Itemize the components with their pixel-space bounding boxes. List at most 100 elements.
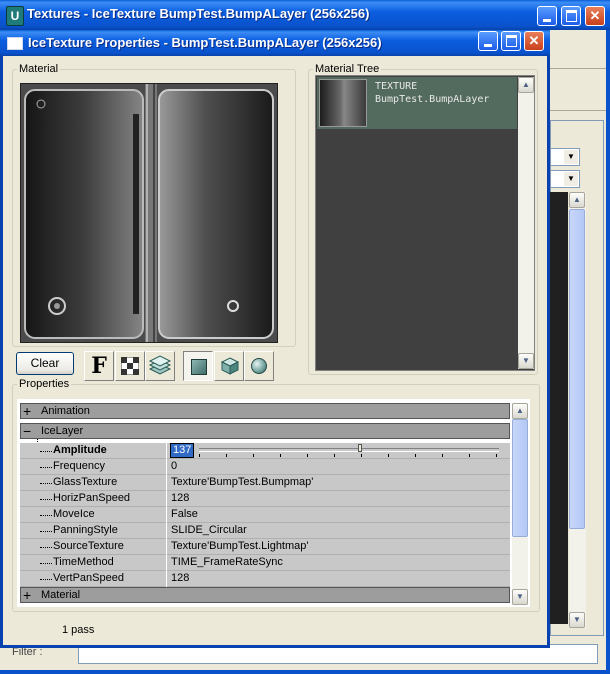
scroll-thumb[interactable]	[512, 419, 528, 537]
property-row-timemethod[interactable]: TimeMethod TIME_FrameRateSync	[20, 555, 510, 571]
maximize-icon	[505, 35, 517, 47]
property-row-moveice[interactable]: MoveIce False	[20, 507, 510, 523]
clear-button[interactable]: Clear	[16, 352, 74, 375]
collapse-minus-icon: −	[23, 423, 32, 439]
maximize-button[interactable]	[501, 31, 521, 51]
properties-dialog-titlebar[interactable]: IceTexture Properties - BumpTest.BumpALa…	[0, 30, 550, 56]
back-scrollbar[interactable]: ▲ ▼	[569, 192, 586, 628]
property-row-frequency[interactable]: Frequency 0	[20, 459, 510, 475]
scroll-down-icon[interactable]: ▼	[518, 353, 534, 369]
maximize-icon	[565, 10, 577, 22]
slider-thumb[interactable]	[358, 444, 362, 452]
property-name: Amplitude	[53, 444, 107, 456]
minimize-button[interactable]	[478, 31, 498, 51]
scroll-down-icon[interactable]: ▼	[512, 589, 528, 605]
slider-ticks	[199, 454, 499, 457]
property-value: 128	[171, 572, 190, 584]
back-tab-line	[550, 110, 606, 111]
scroll-up-icon[interactable]: ▲	[569, 192, 585, 208]
property-row-vertpanspeed[interactable]: VertPanSpeed 128	[20, 571, 510, 587]
property-grid-scrollbar[interactable]: ▲ ▼	[512, 403, 528, 605]
material-tree-view: TEXTURE BumpTest.BumpALayer ▲ ▼	[315, 75, 535, 371]
chevron-down-icon: ▼	[564, 172, 578, 186]
properties-dialog-title: IceTexture Properties - BumpTest.BumpALa…	[28, 35, 382, 50]
font-f-icon: F	[91, 353, 107, 379]
property-row-panningstyle[interactable]: PanningStyle SLIDE_Circular	[20, 523, 510, 539]
property-row-horizpanspeed[interactable]: HorizPanSpeed 128	[20, 491, 510, 507]
property-name: TimeMethod	[53, 556, 114, 568]
minimize-icon	[484, 43, 492, 47]
category-material[interactable]: + Material	[20, 587, 510, 603]
property-value: TIME_FrameRateSync	[171, 556, 283, 568]
expand-plus-icon: +	[23, 403, 32, 419]
sphere-icon	[251, 358, 267, 374]
material-tree-legend: Material Tree	[315, 63, 380, 75]
back-minimize-button[interactable]	[537, 6, 557, 26]
layers-icon	[148, 355, 172, 375]
category-animation[interactable]: + Animation	[20, 403, 510, 419]
property-name: PanningStyle	[53, 524, 118, 536]
tree-node-name: BumpTest.BumpALayer	[375, 94, 490, 105]
plane-preview-button[interactable]	[183, 351, 213, 381]
amplitude-value-input[interactable]: 137	[170, 443, 195, 458]
property-value: Texture'BumpTest.Bumpmap'	[171, 476, 314, 488]
back-dropdown-2[interactable]: ▼	[550, 170, 580, 188]
property-name: MoveIce	[53, 508, 95, 520]
property-value: False	[171, 508, 198, 520]
back-maximize-button[interactable]	[561, 6, 581, 26]
material-tree-node[interactable]: TEXTURE BumpTest.BumpALayer	[317, 77, 517, 129]
tree-node-type: TEXTURE	[375, 81, 418, 92]
category-label: IceLayer	[41, 425, 84, 437]
scroll-up-icon[interactable]: ▲	[518, 77, 534, 93]
cube-preview-button[interactable]	[214, 351, 244, 381]
property-value: SLIDE_Circular	[171, 524, 247, 536]
material-tree-scrollbar[interactable]: ▲ ▼	[518, 77, 534, 369]
sphere-preview-button[interactable]	[244, 351, 274, 381]
bump-texture-image	[21, 84, 277, 342]
window-icon	[7, 37, 23, 50]
checker-background-button[interactable]	[115, 351, 145, 381]
checkerboard-icon	[121, 357, 139, 375]
property-name: SourceTexture	[53, 540, 124, 552]
plane-icon	[191, 359, 207, 375]
scroll-up-icon[interactable]: ▲	[512, 403, 528, 419]
back-texture-view	[550, 192, 568, 624]
texture-thumbnail-icon	[319, 79, 367, 127]
property-value: Texture'BumpTest.Lightmap'	[171, 540, 309, 552]
properties-legend: Properties	[19, 378, 70, 390]
property-row-sourcetexture[interactable]: SourceTexture Texture'BumpTest.Lightmap'	[20, 539, 510, 555]
slider-track	[199, 448, 499, 452]
property-row-amplitude[interactable]: Amplitude 137	[20, 443, 510, 459]
expand-plus-icon: +	[23, 587, 32, 603]
back-dropdown-1[interactable]: ▼	[550, 148, 580, 166]
property-name: Frequency	[53, 460, 105, 472]
close-icon: ✕	[589, 8, 601, 23]
material-preview	[20, 83, 278, 343]
scroll-down-icon[interactable]: ▼	[569, 612, 585, 628]
layers-button[interactable]	[145, 351, 175, 381]
property-row-glasstexture[interactable]: GlassTexture Texture'BumpTest.Bumpmap'	[20, 475, 510, 491]
category-label: Material	[41, 589, 81, 601]
amplitude-slider[interactable]	[197, 443, 507, 458]
scroll-thumb[interactable]	[569, 209, 585, 529]
minimize-icon	[543, 18, 551, 22]
chevron-down-icon: ▼	[564, 150, 578, 164]
textures-window-titlebar[interactable]: U Textures - IceTexture BumpTest.BumpALa…	[0, 0, 610, 30]
category-icelayer[interactable]: − IceLayer	[20, 423, 510, 439]
back-close-button[interactable]: ✕	[585, 6, 605, 26]
back-window-frame	[606, 30, 610, 674]
property-grid: + Animation − IceLayer Amplitude 137 Fre…	[17, 399, 530, 607]
category-label: Animation	[41, 405, 90, 417]
close-button[interactable]: ✕	[524, 31, 544, 51]
property-value: 0	[171, 460, 178, 472]
property-name: GlassTexture	[53, 476, 118, 488]
unreal-logo-icon: U	[6, 6, 24, 26]
back-window-frame-bottom	[0, 670, 610, 674]
property-name: HorizPanSpeed	[53, 492, 131, 504]
back-toolbar-line	[550, 68, 606, 69]
cube-icon	[220, 357, 240, 375]
status-text: 1 pass	[62, 624, 95, 636]
font-preview-button[interactable]: F	[84, 351, 114, 381]
property-value: 128	[171, 492, 190, 504]
material-group-legend: Material	[19, 63, 59, 75]
